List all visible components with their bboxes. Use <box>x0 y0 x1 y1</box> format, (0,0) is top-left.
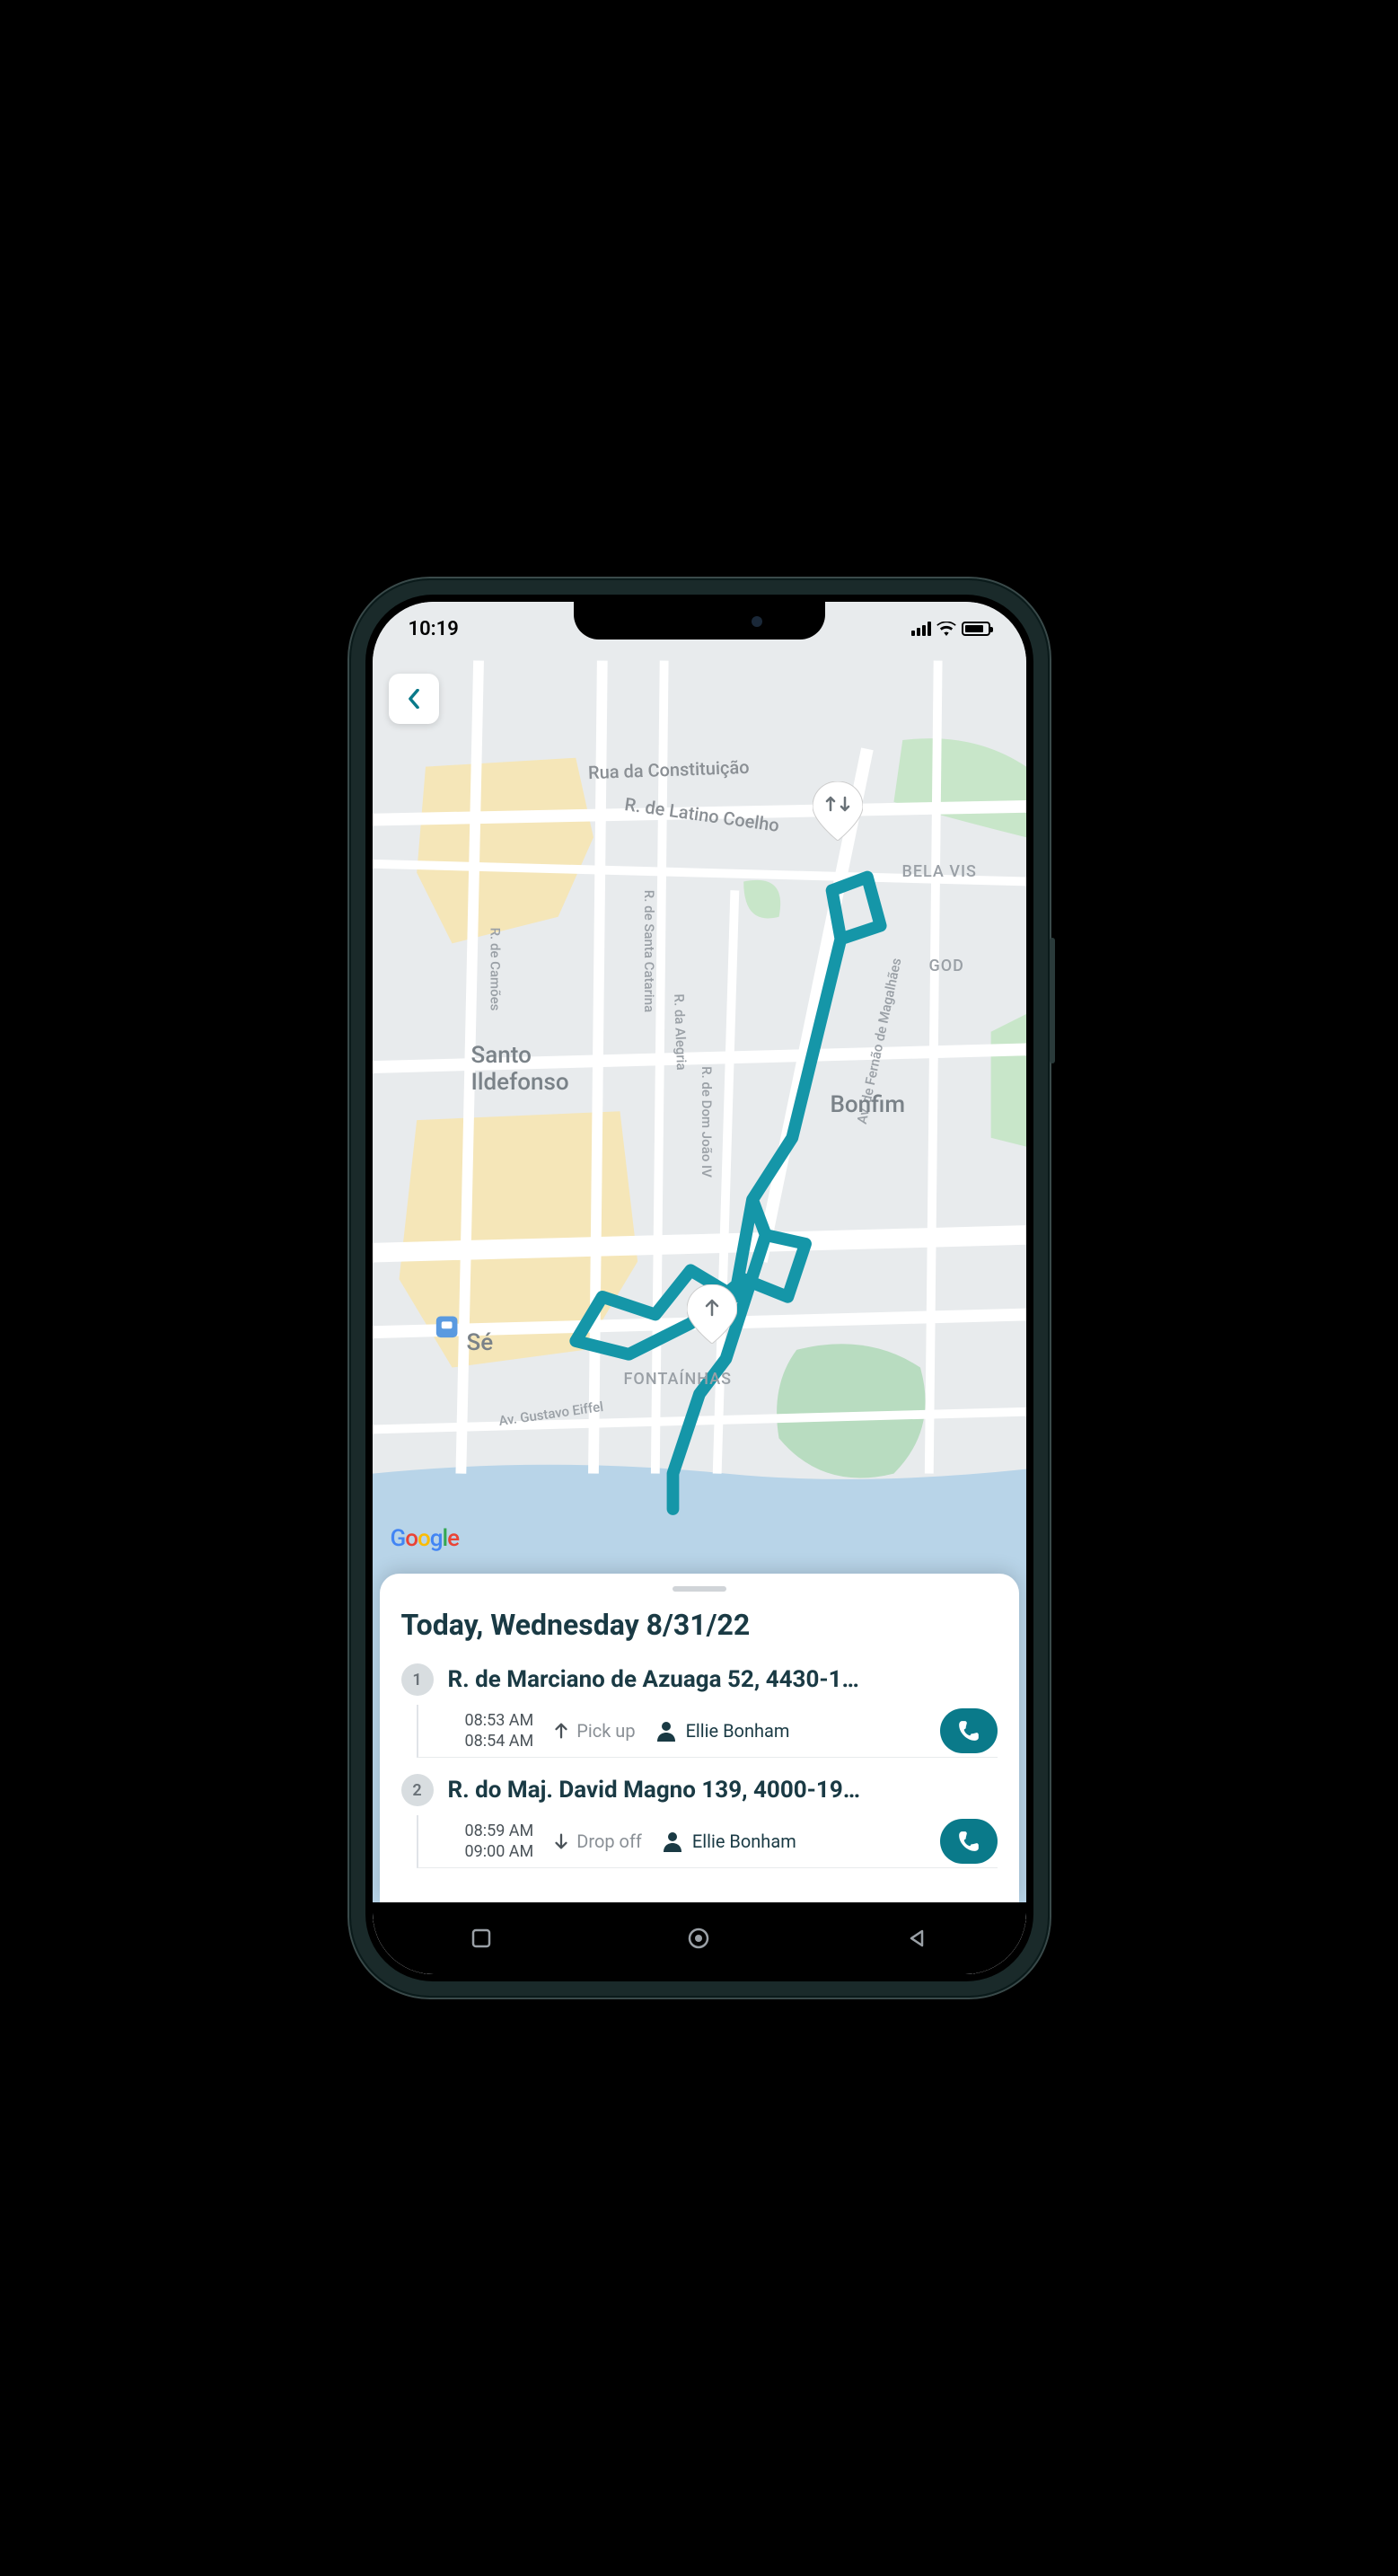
person-icon <box>662 1831 683 1852</box>
map-label: R. de Camões <box>487 928 503 1011</box>
stop-type: Pick up <box>553 1720 635 1742</box>
map-pin-pickup-dropoff[interactable] <box>813 781 863 841</box>
map-label: R. de Santa Catarina <box>641 890 657 1012</box>
map-label: R. de Dom João IV <box>698 1066 714 1178</box>
sheet-grabber[interactable] <box>673 1586 726 1592</box>
map-label: FONTAÍNHAS <box>624 1370 733 1389</box>
stop-passenger: Ellie Bonham <box>655 1720 920 1742</box>
nav-home-button[interactable] <box>684 1924 713 1953</box>
signal-icon <box>911 622 931 636</box>
google-logo: Google <box>391 1525 460 1552</box>
back-button[interactable] <box>389 674 439 724</box>
arrow-up-icon <box>553 1721 569 1741</box>
phone-icon <box>957 1830 980 1853</box>
phone-inner: 10:19 <box>365 595 1033 1981</box>
nav-recent-button[interactable] <box>467 1924 496 1953</box>
status-time: 10:19 <box>409 618 459 640</box>
stop-item[interactable]: 1 R. de Marciano de Azuaga 52, 4430-1… 0… <box>401 1663 998 1758</box>
map-label: GOD <box>929 957 964 975</box>
android-nav-bar <box>373 1902 1026 1974</box>
map-label: Ildefonso <box>471 1069 569 1096</box>
phone-notch <box>574 602 825 640</box>
bottom-sheet[interactable]: Today, Wednesday 8/31/22 1 R. de Marcian… <box>380 1574 1019 1902</box>
stop-address: R. do Maj. David Magno 139, 4000-19… <box>448 1777 998 1804</box>
phone-side-button <box>1050 938 1055 1063</box>
stop-number-badge: 2 <box>401 1774 434 1806</box>
chevron-left-icon <box>408 689 420 709</box>
stop-item[interactable]: 2 R. do Maj. David Magno 139, 4000-19… 0… <box>401 1774 998 1868</box>
status-indicators <box>911 622 990 636</box>
stop-address: R. de Marciano de Azuaga 52, 4430-1… <box>448 1666 998 1693</box>
map-label: Santo <box>471 1042 532 1069</box>
call-button[interactable] <box>940 1819 998 1864</box>
map-pin-pickup[interactable] <box>687 1284 737 1344</box>
battery-icon <box>962 622 990 636</box>
map-label: R. da Alegria <box>671 993 690 1071</box>
wifi-icon <box>936 622 956 636</box>
arrow-down-icon <box>553 1831 569 1851</box>
stop-times: 08:53 AM08:54 AM <box>465 1710 534 1752</box>
stop-passenger: Ellie Bonham <box>662 1831 920 1852</box>
nav-back-button[interactable] <box>902 1924 931 1953</box>
person-icon <box>655 1720 677 1742</box>
stop-type: Drop off <box>553 1831 642 1852</box>
stop-number-badge: 1 <box>401 1663 434 1696</box>
phone-frame: 10:19 <box>349 578 1050 1998</box>
map-label: BELA VIS <box>902 862 977 881</box>
call-button[interactable] <box>940 1708 998 1753</box>
map-label: Sé <box>467 1329 494 1356</box>
screen: 10:19 <box>373 602 1026 1974</box>
phone-icon <box>957 1719 980 1742</box>
stop-times: 08:59 AM09:00 AM <box>465 1821 534 1863</box>
map-label: Bonfim <box>831 1091 905 1118</box>
sheet-title: Today, Wednesday 8/31/22 <box>401 1608 998 1642</box>
